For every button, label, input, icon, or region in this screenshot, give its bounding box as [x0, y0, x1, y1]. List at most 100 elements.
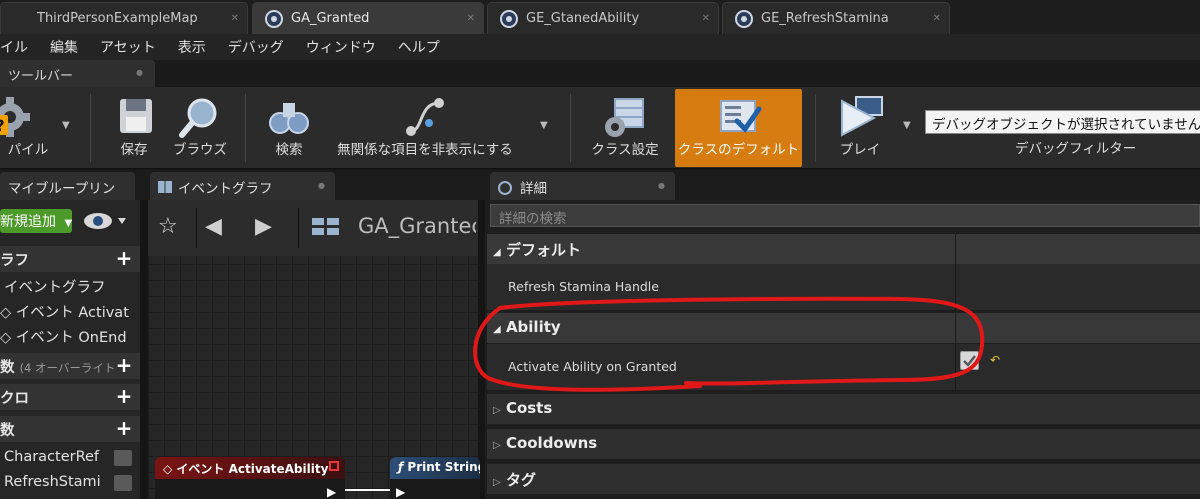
- chevron-down-icon: ▼: [64, 218, 73, 229]
- blueprint-icon: [735, 9, 753, 28]
- debug-object-select[interactable]: デバッグオブジェクトが選択されていません: [925, 110, 1200, 134]
- play-label: プレイ: [839, 142, 881, 158]
- details-search-input[interactable]: 詳細の検索: [490, 204, 1200, 227]
- expand-arrow-icon: ▷: [493, 440, 501, 451]
- functions-category[interactable]: 数 (4 オーバーライト +: [0, 353, 140, 379]
- add-macro-icon[interactable]: +: [114, 386, 134, 407]
- hide-unrelated-button[interactable]: 無関係な項目を非表示にする: [325, 89, 525, 167]
- section-cooldowns[interactable]: ▷ Cooldowns: [487, 429, 1200, 459]
- collapse-arrow-icon: ◢: [493, 324, 501, 335]
- save-label: 保存: [120, 142, 148, 158]
- tab-options-icon[interactable]: ●: [318, 181, 325, 190]
- section-costs[interactable]: ▷ Costs: [487, 394, 1200, 424]
- prop-refresh-stamina-handle: Refresh Stamina Handle: [487, 264, 1200, 310]
- hide-unrelated-icon: [406, 98, 444, 136]
- list-item-event-onend[interactable]: ◇ イベント OnEnd: [0, 324, 140, 348]
- section-ability[interactable]: ◢ Ability: [487, 313, 1200, 343]
- tab-toolbar[interactable]: ツールバー ●: [0, 60, 155, 87]
- activate-ability-on-granted-checkbox[interactable]: [960, 351, 979, 370]
- play-dropdown-icon[interactable]: ▼: [903, 120, 911, 131]
- tab-label: 詳細: [520, 181, 547, 197]
- menu-debug[interactable]: デバッグ: [228, 37, 284, 57]
- hide-unrelated-dropdown-icon[interactable]: ▼: [540, 120, 548, 131]
- variables-category[interactable]: 数 +: [0, 416, 140, 442]
- find-label: 検索: [275, 142, 303, 158]
- menu-window[interactable]: ウィンドウ: [306, 37, 376, 57]
- toolbar-separator: [245, 94, 246, 162]
- add-function-icon[interactable]: +: [114, 355, 134, 376]
- tab-label: ThirdPersonExampleMap: [37, 11, 198, 26]
- tab-thirdpersonexamplemap[interactable]: ThirdPersonExampleMap ✕: [0, 2, 248, 34]
- menu-file[interactable]: イル: [0, 37, 28, 57]
- tab-event-graph[interactable]: イベントグラフ ●: [150, 172, 335, 200]
- print-string-node[interactable]: ƒ Print String ▶: [390, 457, 480, 499]
- menu-asset[interactable]: アセット: [100, 37, 156, 57]
- event-diamond-icon: ◇: [0, 330, 12, 346]
- toolbar-title: ツールバー: [8, 69, 74, 84]
- compile-gear-icon: ?: [0, 97, 30, 137]
- expand-arrow-icon: ▷: [493, 405, 501, 416]
- section-label: デフォルト: [505, 241, 581, 259]
- add-graph-icon[interactable]: +: [114, 248, 134, 269]
- class-defaults-button[interactable]: クラスのデフォルト: [675, 89, 802, 167]
- list-item-event-activate[interactable]: ◇ イベント Activat: [0, 299, 140, 323]
- event-activate-label: イベント Activat: [15, 305, 129, 321]
- nav-divider: [196, 208, 197, 248]
- node-header: ◇ イベント ActivateAbility: [155, 457, 345, 479]
- exec-in-pin[interactable]: ▶: [396, 485, 405, 499]
- section-tags[interactable]: ▷ タグ: [487, 464, 1200, 494]
- add-new-label: 新規追加: [0, 214, 56, 230]
- add-new-button[interactable]: 新規追加 ▼: [0, 209, 72, 233]
- play-button[interactable]: プレイ: [828, 89, 892, 167]
- variable-visibility-toggle[interactable]: [114, 450, 132, 466]
- function-icon: ƒ: [398, 460, 404, 474]
- tab-details[interactable]: 詳細 ●: [490, 172, 675, 200]
- tab-options-icon[interactable]: ●: [136, 68, 143, 77]
- delegate-pin-icon[interactable]: [329, 461, 339, 471]
- tab-ge-refreshstamina[interactable]: GE_RefreshStamina ✕: [722, 2, 950, 34]
- menu-help[interactable]: ヘルプ: [398, 37, 440, 57]
- exec-out-pin[interactable]: ▶: [327, 485, 336, 499]
- event-onend-label: イベント OnEnd: [15, 330, 127, 346]
- graphs-category[interactable]: ラフ +: [0, 246, 140, 272]
- browse-button[interactable]: ブラウズ: [168, 89, 232, 167]
- variable-visibility-toggle[interactable]: [114, 475, 132, 491]
- tab-ga-granted[interactable]: GA_Granted ✕: [252, 2, 484, 34]
- list-item-event-graph[interactable]: イベントグラフ: [0, 274, 140, 298]
- section-default[interactable]: ◢ デフォルト: [487, 234, 1200, 264]
- variable-item-refreshstamina[interactable]: RefreshStami: [0, 472, 140, 496]
- star-icon[interactable]: ☆: [158, 214, 178, 239]
- forward-arrow-icon[interactable]: ▶: [255, 214, 272, 239]
- menu-bar: イル 編集 アセット 表示 デバッグ ウィンドウ ヘルプ: [0, 34, 1200, 60]
- add-variable-icon[interactable]: +: [114, 418, 134, 439]
- prop-label: Activate Ability on Granted: [508, 359, 677, 374]
- reset-to-default-icon[interactable]: ↶: [990, 353, 1000, 367]
- close-icon[interactable]: ✕: [231, 13, 239, 24]
- menu-view[interactable]: 表示: [178, 37, 206, 57]
- visibility-filter-button[interactable]: [78, 210, 130, 232]
- close-icon[interactable]: ✕: [933, 13, 941, 24]
- variable-item-characterref[interactable]: CharacterRef: [0, 447, 140, 471]
- back-arrow-icon[interactable]: ◀: [205, 214, 222, 239]
- functions-label: 数: [0, 360, 15, 376]
- compile-button[interactable]: ? パイル: [0, 89, 56, 167]
- column-divider: [955, 234, 956, 312]
- debug-filter-label: デバッグフィルター: [1015, 141, 1137, 157]
- tab-my-blueprint[interactable]: マイブループリン: [0, 172, 135, 200]
- menu-edit[interactable]: 編集: [50, 37, 78, 57]
- event-activate-node[interactable]: ◇ イベント ActivateAbility ▶: [155, 457, 345, 499]
- magnifier-icon: [179, 98, 217, 138]
- compile-dropdown-icon[interactable]: ▼: [62, 120, 70, 131]
- collapse-arrow-icon: ◢: [493, 247, 501, 258]
- functions-override-count: (4 オーバーライト: [19, 361, 116, 375]
- tab-options-icon[interactable]: ●: [658, 181, 665, 190]
- toolbar-separator: [90, 94, 91, 162]
- close-icon[interactable]: ✕: [467, 13, 475, 24]
- macros-category[interactable]: クロ +: [0, 384, 140, 410]
- tab-ge-gtanedability[interactable]: GE_GtanedAbility ✕: [487, 2, 719, 34]
- class-settings-button[interactable]: クラス設定: [588, 89, 662, 167]
- save-button[interactable]: 保存: [108, 89, 160, 167]
- graphs-label: ラフ: [0, 253, 29, 269]
- find-button[interactable]: 検索: [260, 89, 318, 167]
- close-icon[interactable]: ✕: [702, 13, 710, 24]
